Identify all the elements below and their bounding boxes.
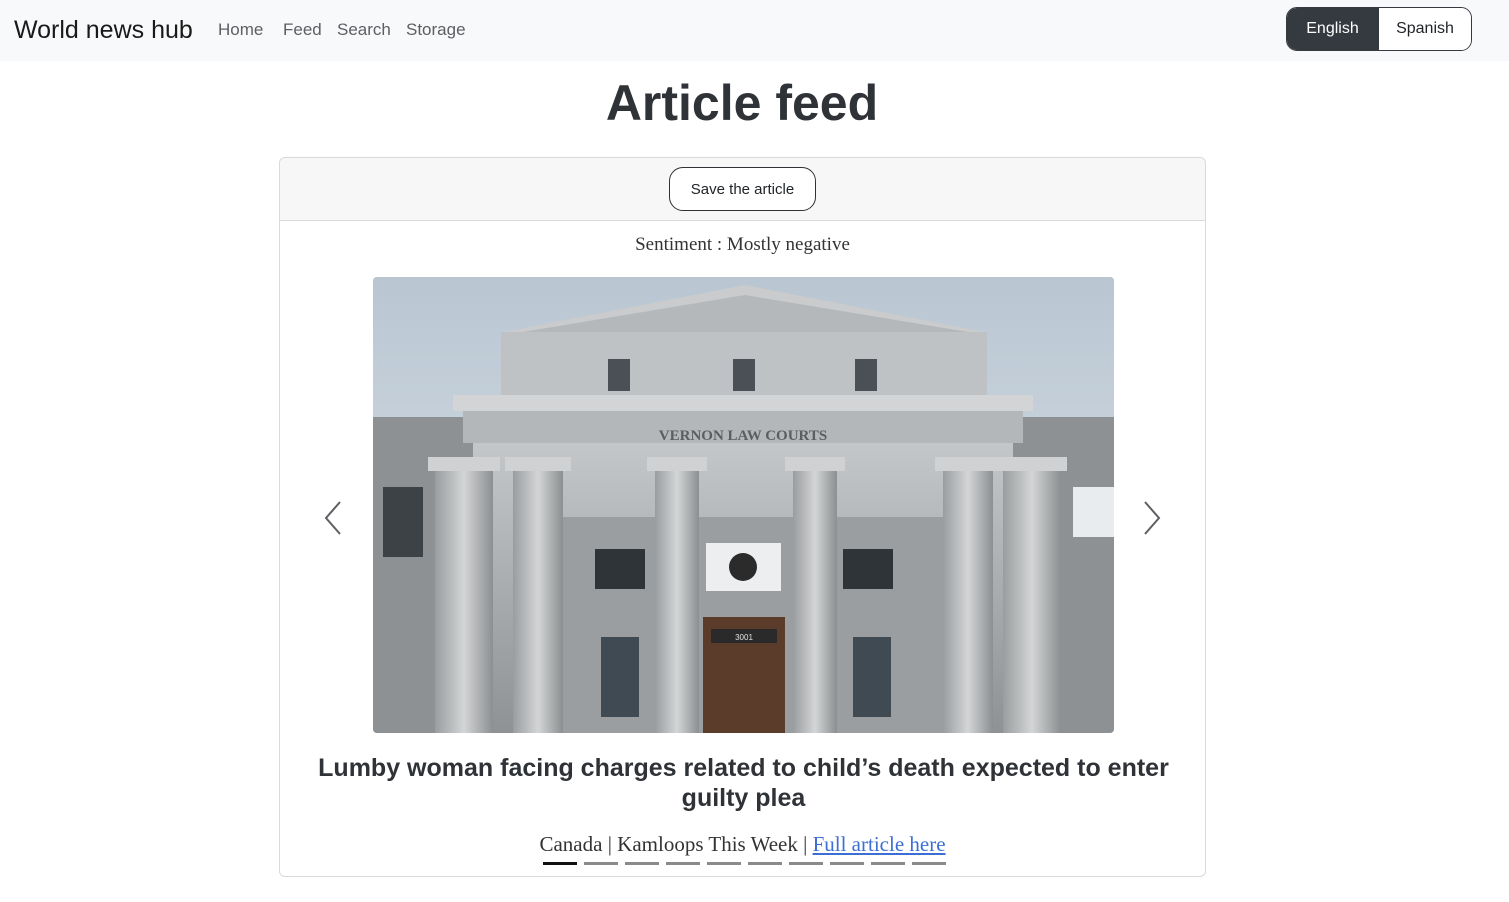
article-image[interactable]: VERNON LAW COURTS 3001 — [373, 277, 1114, 733]
building-sign-text: VERNON LAW COURTS — [659, 428, 827, 444]
carousel-indicators — [543, 862, 946, 865]
language-toggle: English Spanish — [1286, 7, 1472, 51]
carousel-indicator[interactable] — [666, 862, 700, 865]
article-source: Kamloops This Week — [617, 832, 798, 856]
carousel-prev-button[interactable] — [318, 498, 348, 538]
carousel-indicator[interactable] — [789, 862, 823, 865]
carousel-indicator[interactable] — [543, 862, 577, 865]
carousel-indicator[interactable] — [625, 862, 659, 865]
article-meta: Canada | Kamloops This Week | Full artic… — [280, 831, 1205, 857]
brand-title[interactable]: World news hub — [14, 14, 193, 46]
nav-link-search[interactable]: Search — [337, 19, 391, 41]
page-title: Article feed — [605, 75, 879, 131]
carousel-indicator[interactable] — [912, 862, 946, 865]
article-country: Canada — [539, 832, 603, 856]
nav-link-storage[interactable]: Storage — [406, 19, 466, 41]
carousel-indicator[interactable] — [707, 862, 741, 865]
save-article-button[interactable]: Save the article — [669, 167, 816, 211]
language-english-button[interactable]: English — [1287, 8, 1378, 50]
meta-separator: | — [602, 832, 618, 856]
door-number-text: 3001 — [735, 633, 753, 642]
navbar: World news hub Home Feed Search Storage … — [0, 0, 1509, 61]
article-headline: Lumby woman facing charges related to ch… — [318, 754, 1169, 812]
carousel-indicator[interactable] — [830, 862, 864, 865]
chevron-right-icon — [1144, 501, 1161, 535]
nav-link-feed[interactable]: Feed — [283, 19, 322, 41]
sentiment-label: Sentiment : Mostly negative — [635, 234, 850, 255]
carousel-indicator[interactable] — [584, 862, 618, 865]
card-header: Save the article — [280, 158, 1205, 221]
meta-separator: | — [797, 832, 813, 856]
nav-link-home[interactable]: Home — [218, 19, 263, 41]
article-card: Save the article Sentiment : Mostly nega… — [279, 157, 1206, 877]
chevron-left-icon — [324, 501, 341, 535]
language-spanish-button[interactable]: Spanish — [1378, 8, 1471, 50]
carousel-next-button[interactable] — [1137, 498, 1167, 538]
full-article-link[interactable]: Full article here — [813, 832, 946, 856]
carousel-indicator[interactable] — [871, 862, 905, 865]
carousel-indicator[interactable] — [748, 862, 782, 865]
